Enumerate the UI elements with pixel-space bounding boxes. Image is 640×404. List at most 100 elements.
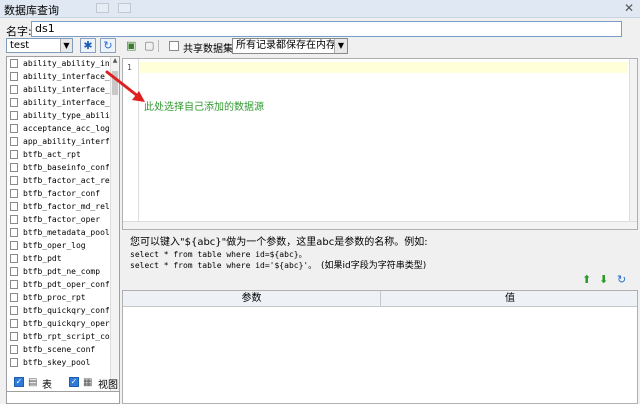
list-item[interactable]: ability_interface_ms [7,96,111,109]
table-name: acceptance_acc_log [23,124,110,133]
editor-vertical-scrollbar[interactable] [629,59,637,229]
table-checkbox[interactable] [10,319,18,328]
list-item[interactable]: btfb_oper_log [7,239,111,252]
list-item[interactable]: btfb_pdt_oper_conf [7,278,111,291]
list-item[interactable]: ability_interface_at [7,70,111,83]
table-name: btfb_factor_md_rel [23,202,110,211]
settings-tools-icon[interactable]: ✱ [80,38,96,53]
query-toolbar: ▣ ▢ 共享数据集 所有记录都保存在内存中 ▼ [122,38,640,56]
toolbar-divider [158,40,159,52]
table-name: btfb_proc_rpt [23,293,86,302]
table-checkbox[interactable] [10,150,18,159]
list-item[interactable]: btfb_pdt_ne_comp [7,265,111,278]
datasource-select[interactable]: test ▼ [6,38,73,53]
table-checkbox[interactable] [10,293,18,302]
list-item[interactable]: btfb_factor_md_rel [7,200,111,213]
new-document-icon[interactable]: ▢ [144,39,156,53]
table-name: btfb_factor_act_rel [23,176,111,185]
column-header-param[interactable]: 参数 [123,291,381,307]
list-item[interactable]: btfb_factor_act_rel [7,174,111,187]
table-name: btfb_quickqry_conf [23,306,110,315]
list-item[interactable]: btfb_rpt_script_conf [7,330,111,343]
table-checkbox[interactable] [10,124,18,133]
window-titlebar: 数据库查询 ✕ [0,0,640,18]
list-item[interactable]: btfb_act_rpt [7,148,111,161]
list-item[interactable]: ability_interface_me [7,83,111,96]
name-label: 名字: [6,25,32,38]
table-name: btfb_skey_pool [23,358,91,367]
table-checkbox[interactable] [10,176,18,185]
list-item[interactable]: btfb_quickqry_oper_c [7,317,111,330]
table-checkbox[interactable] [10,72,18,81]
list-item[interactable]: btfb_proc_rpt [7,291,111,304]
table-checkbox[interactable] [10,98,18,107]
table-name: btfb_pdt [23,254,62,263]
name-input[interactable]: ds1 [31,21,622,37]
list-item[interactable]: btfb_factor_oper [7,213,111,226]
list-item[interactable]: btfb_skey_pool [7,356,111,369]
table-checkbox[interactable] [10,59,18,68]
table-name: btfb_metadata_pool [23,228,110,237]
record-mode-select[interactable]: 所有记录都保存在内存中 ▼ [232,38,348,54]
list-item[interactable]: btfb_scene_conf [7,343,111,356]
chevron-down-icon[interactable]: ▼ [334,39,347,53]
editor-horizontal-scrollbar[interactable] [123,221,637,229]
help-line-3: select * from table where id='${abc}'。 (… [130,260,630,272]
table-checkbox[interactable] [10,215,18,224]
table-name: btfb_oper_log [23,241,86,250]
arrow-up-icon[interactable]: ⬆ [582,274,591,286]
table-checkbox[interactable] [10,189,18,198]
table-icon: ▤ [28,377,38,388]
help-line-2: select * from table where id=${abc}。 [130,250,307,259]
param-table[interactable]: 参数 值 [122,290,638,404]
scroll-up-icon[interactable]: ▲ [111,57,119,67]
list-item[interactable]: btfb_baseinfo_conf [7,161,111,174]
table-checkbox[interactable] [10,137,18,146]
share-dataset-checkbox[interactable] [169,41,179,51]
sql-editor[interactable]: 1 [122,58,638,230]
arrow-down-icon[interactable]: ⬇ [599,274,608,286]
show-tables-label: 表 [42,380,52,391]
list-item[interactable]: btfb_factor_conf [7,187,111,200]
table-list[interactable]: ability_ability_inter ability_interface_a… [6,56,120,404]
list-item[interactable]: app_ability_interfac [7,135,111,148]
table-checkbox[interactable] [10,358,18,367]
close-icon[interactable]: ✕ [624,1,634,15]
table-checkbox[interactable] [10,267,18,276]
list-item[interactable]: acceptance_acc_log [7,122,111,135]
import-sql-icon[interactable]: ▣ [126,39,138,53]
refresh-icon[interactable]: ↻ [100,38,116,53]
table-checkbox[interactable] [10,241,18,250]
ghost-toolbar-icon [118,3,131,13]
table-name: btfb_baseinfo_conf [23,163,110,172]
table-checkbox[interactable] [10,111,18,120]
table-list-items: ability_ability_inter ability_interface_a… [7,57,111,369]
table-checkbox[interactable] [10,332,18,341]
list-item[interactable]: ability_ability_inter [7,57,111,70]
table-name: btfb_act_rpt [23,150,81,159]
table-checkbox[interactable] [10,280,18,289]
table-list-scrollbar[interactable]: ▲ [110,57,119,404]
filter-row: ✓ ▤ 表 ✓ ▦ 视图 [14,376,124,391]
list-item[interactable]: btfb_pdt [7,252,111,265]
table-checkbox[interactable] [10,85,18,94]
show-tables-checkbox[interactable]: ✓ [14,377,24,387]
table-checkbox[interactable] [10,306,18,315]
table-checkbox[interactable] [10,254,18,263]
column-header-value[interactable]: 值 [381,291,639,307]
table-checkbox[interactable] [10,228,18,237]
datasource-select-value: test [10,40,30,51]
show-views-checkbox[interactable]: ✓ [69,377,79,387]
refresh-params-icon[interactable]: ↻ [617,274,626,286]
table-checkbox[interactable] [10,202,18,211]
table-checkbox[interactable] [10,345,18,354]
list-item[interactable]: ability_type_ability_ [7,109,111,122]
ghost-toolbar-icon [96,3,109,13]
chevron-down-icon[interactable]: ▼ [60,39,72,52]
list-item[interactable]: btfb_metadata_pool [7,226,111,239]
record-mode-value: 所有记录都保存在内存中 [236,40,346,51]
table-name: btfb_quickqry_oper_c [23,319,111,328]
list-item[interactable]: btfb_quickqry_conf [7,304,111,317]
table-checkbox[interactable] [10,163,18,172]
table-name: ability_type_ability_ [23,111,111,120]
